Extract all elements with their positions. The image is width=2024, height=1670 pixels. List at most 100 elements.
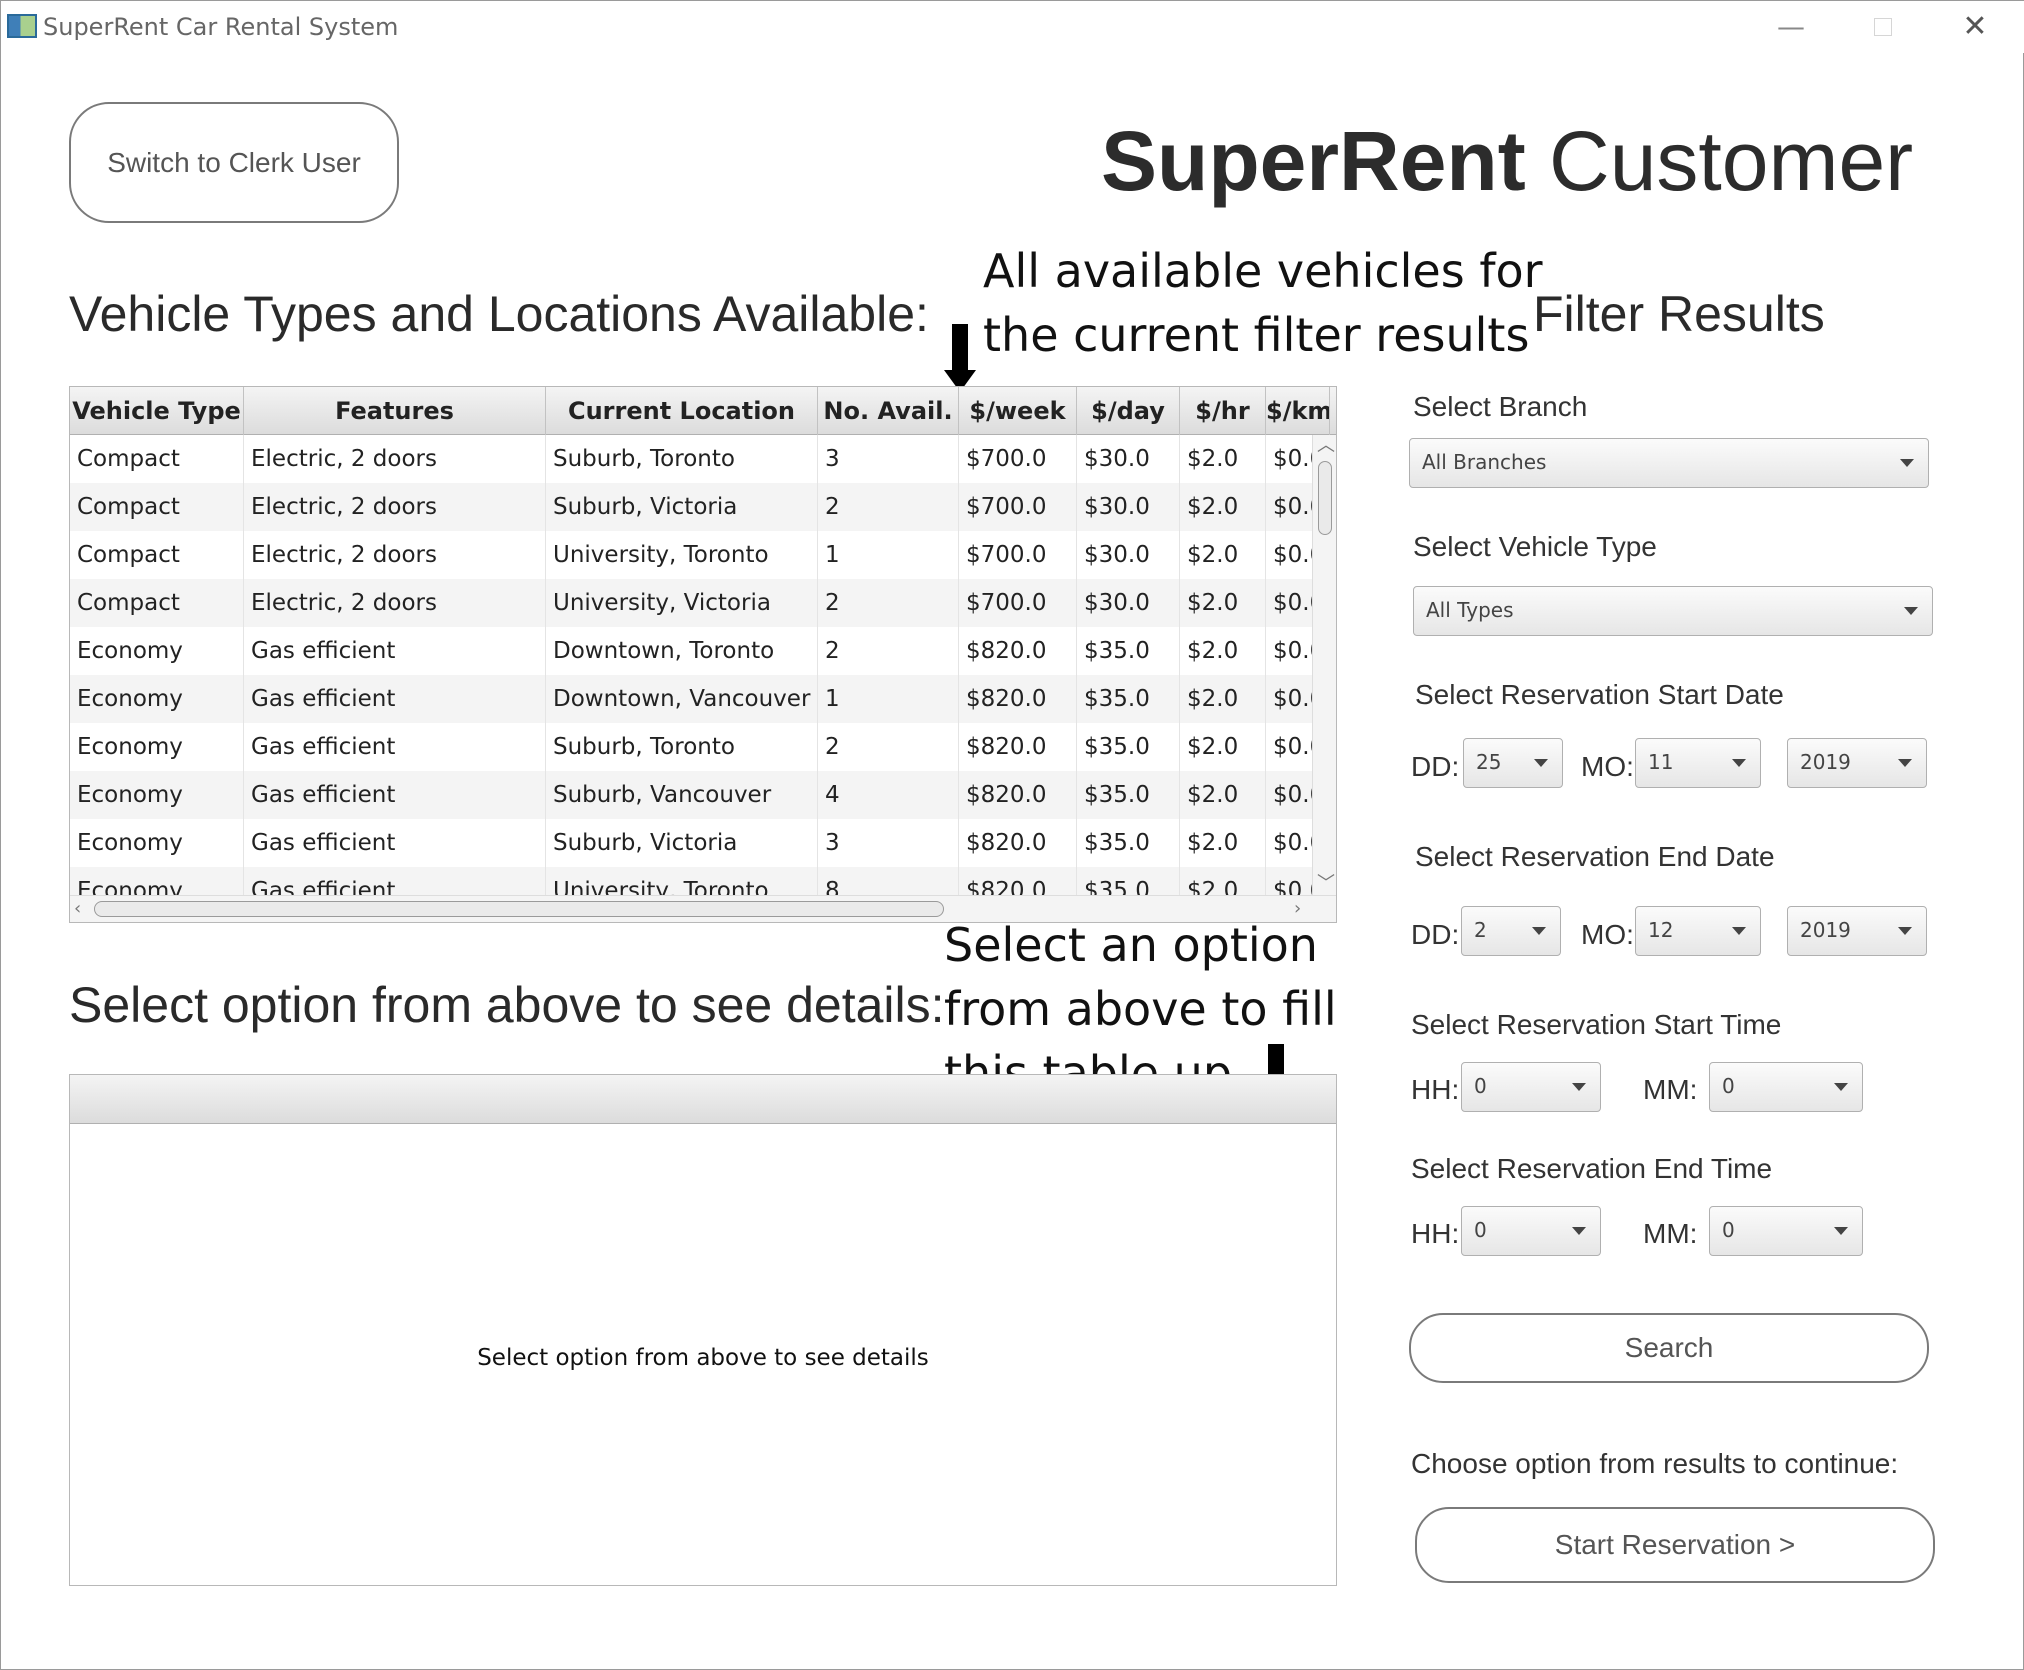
- table-cell: University, Toronto: [546, 867, 818, 895]
- start-dd-label: DD:: [1411, 751, 1460, 782]
- end-mo-label: MO:: [1581, 919, 1634, 950]
- end-day-select[interactable]: 2: [1461, 906, 1561, 956]
- start-mm-label: MM:: [1643, 1074, 1698, 1105]
- table-cell: $0.0: [1266, 819, 1312, 867]
- table-cell: $2.0: [1180, 435, 1266, 483]
- table-cell: $2.0: [1180, 579, 1266, 627]
- vertical-scroll-thumb[interactable]: [1318, 461, 1332, 535]
- table-cell: $820.0: [959, 771, 1077, 819]
- table-row[interactable]: Economy Gas efficient Downtown, Vancouver 1…: [70, 675, 1312, 723]
- end-day-value: 2: [1474, 918, 1487, 942]
- table-cell: Suburb, Victoria: [546, 819, 818, 867]
- end-month-select[interactable]: 12: [1635, 906, 1761, 956]
- table-row[interactable]: Compact Electric, 2 doors Suburb, Victoria…: [70, 483, 1312, 531]
- table-row[interactable]: Economy Gas efficient Downtown, Toronto 2 $8…: [70, 627, 1312, 675]
- annotation-details-line1: Select an option: [944, 918, 1318, 972]
- vehicles-table-body[interactable]: Compact Electric, 2 doors Suburb, Toronto 3…: [70, 435, 1312, 895]
- table-cell: $35.0: [1077, 771, 1180, 819]
- horizontal-scroll-thumb[interactable]: [94, 901, 944, 917]
- table-cell: 2: [818, 723, 959, 771]
- end-mm-label: MM:: [1643, 1218, 1698, 1249]
- start-year-select[interactable]: 2019: [1787, 738, 1927, 788]
- table-cell: Economy: [70, 675, 244, 723]
- table-cell: $700.0: [959, 435, 1077, 483]
- start-month-select[interactable]: 11: [1635, 738, 1761, 788]
- table-cell: Economy: [70, 771, 244, 819]
- column-header[interactable]: $/day: [1077, 387, 1180, 435]
- column-header[interactable]: Current Location: [546, 387, 818, 435]
- table-cell: Suburb, Toronto: [546, 723, 818, 771]
- page-title: SuperRent Customer: [1101, 113, 1913, 210]
- continue-label: Choose option from results to continue:: [1411, 1448, 1899, 1479]
- title-bar: SuperRent Car Rental System — ✕: [1, 1, 2024, 53]
- page-title-bold: SuperRent: [1101, 114, 1526, 208]
- vehicles-table[interactable]: Vehicle Type Features Current Location No. …: [69, 386, 1337, 923]
- column-header[interactable]: No. Avail.: [818, 387, 959, 435]
- table-row[interactable]: Economy Gas efficient Suburb, Vancouver 4 $8…: [70, 771, 1312, 819]
- scroll-left-icon[interactable]: ‹: [74, 900, 81, 918]
- minimize-icon[interactable]: —: [1761, 7, 1821, 47]
- table-cell: $30.0: [1077, 579, 1180, 627]
- table-row[interactable]: Economy Gas efficient University, Toronto 8…: [70, 867, 1312, 895]
- column-header[interactable]: $/hr: [1180, 387, 1266, 435]
- vehicle-type-select[interactable]: All Types: [1413, 586, 1933, 636]
- table-row[interactable]: Economy Gas efficient Suburb, Victoria 3 $82…: [70, 819, 1312, 867]
- table-cell: Electric, 2 doors: [244, 531, 546, 579]
- chevron-down-icon: [1732, 927, 1746, 935]
- start-hour-select[interactable]: 0: [1461, 1062, 1601, 1112]
- column-header[interactable]: Vehicle Type: [70, 387, 244, 435]
- table-cell: Gas efficient: [244, 771, 546, 819]
- table-cell: Gas efficient: [244, 675, 546, 723]
- table-row[interactable]: Compact Electric, 2 doors University, Vict…: [70, 579, 1312, 627]
- table-cell: Gas efficient: [244, 627, 546, 675]
- branch-select[interactable]: All Branches: [1409, 438, 1929, 488]
- table-cell: Suburb, Vancouver: [546, 771, 818, 819]
- vertical-scrollbar[interactable]: ︿ ﹀: [1312, 435, 1336, 895]
- end-hour-select[interactable]: 0: [1461, 1206, 1601, 1256]
- table-row[interactable]: Compact Electric, 2 doors University, Toro…: [70, 531, 1312, 579]
- table-cell: $700.0: [959, 579, 1077, 627]
- chevron-down-icon: [1572, 1083, 1586, 1091]
- table-cell: $2.0: [1180, 771, 1266, 819]
- switch-to-clerk-button[interactable]: Switch to Clerk User: [69, 102, 399, 223]
- start-mo-label: MO:: [1581, 751, 1634, 782]
- start-reservation-button[interactable]: Start Reservation >: [1415, 1507, 1935, 1583]
- end-dd-label: DD:: [1411, 919, 1460, 950]
- table-cell: Suburb, Victoria: [546, 483, 818, 531]
- end-hh-label: HH:: [1411, 1218, 1460, 1249]
- table-cell: Electric, 2 doors: [244, 435, 546, 483]
- table-cell: $0.0: [1266, 867, 1312, 895]
- close-icon[interactable]: ✕: [1945, 7, 2005, 47]
- table-cell: $700.0: [959, 531, 1077, 579]
- start-date-label: Select Reservation Start Date: [1415, 679, 1784, 710]
- table-cell: $30.0: [1077, 435, 1180, 483]
- end-year-select[interactable]: 2019: [1787, 906, 1927, 956]
- maximize-icon[interactable]: [1853, 7, 1913, 47]
- vehicle-type-select-value: All Types: [1426, 598, 1514, 622]
- column-header[interactable]: $/week: [959, 387, 1077, 435]
- table-row[interactable]: Compact Electric, 2 doors Suburb, Toronto 3…: [70, 435, 1312, 483]
- table-cell: $35.0: [1077, 723, 1180, 771]
- start-minute-select[interactable]: 0: [1709, 1062, 1863, 1112]
- details-table[interactable]: Select option from above to see details: [69, 1074, 1337, 1586]
- end-minute-select[interactable]: 0: [1709, 1206, 1863, 1256]
- annotation-vehicles-line1: All available vehicles for: [983, 244, 1543, 298]
- table-row[interactable]: Economy Gas efficient Suburb, Toronto 2 $820…: [70, 723, 1312, 771]
- table-cell: $2.0: [1180, 819, 1266, 867]
- details-table-header: [70, 1075, 1336, 1124]
- search-button[interactable]: Search: [1409, 1313, 1929, 1383]
- start-day-select[interactable]: 25: [1463, 738, 1563, 788]
- table-cell: $35.0: [1077, 819, 1180, 867]
- table-cell: Economy: [70, 723, 244, 771]
- scroll-up-icon[interactable]: ︿: [1317, 437, 1335, 455]
- table-cell: Economy: [70, 627, 244, 675]
- table-cell: Economy: [70, 867, 244, 895]
- end-month-value: 12: [1648, 918, 1674, 942]
- column-header[interactable]: Features: [244, 387, 546, 435]
- table-cell: Electric, 2 doors: [244, 579, 546, 627]
- page-title-rest: Customer: [1525, 114, 1914, 208]
- column-header[interactable]: $/km: [1266, 387, 1330, 435]
- start-month-value: 11: [1648, 750, 1674, 774]
- scroll-down-icon[interactable]: ﹀: [1317, 875, 1335, 893]
- start-day-value: 25: [1476, 750, 1502, 774]
